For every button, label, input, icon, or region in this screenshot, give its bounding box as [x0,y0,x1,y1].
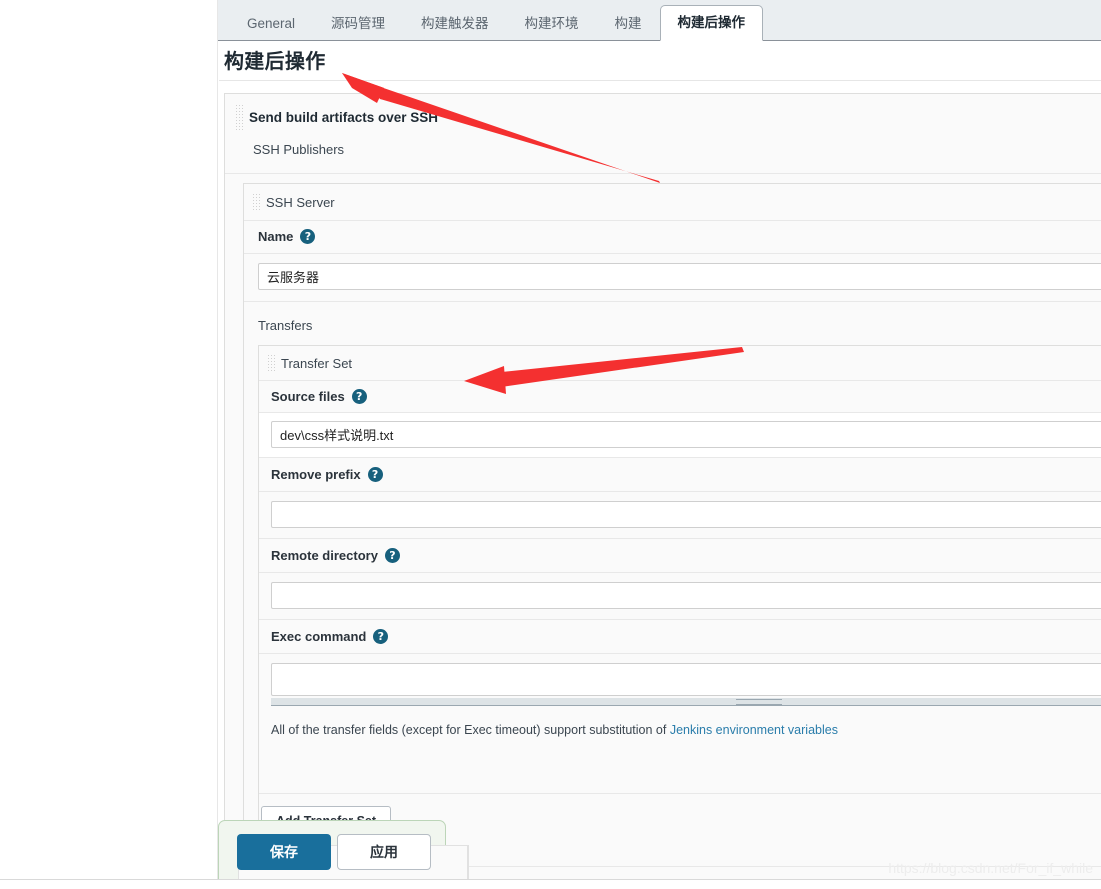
env-vars-note-text: All of the transfer fields (except for E… [271,723,670,737]
drag-handle-icon[interactable] [252,193,260,211]
exec-command-label-text: Exec command [271,629,367,644]
tab-build-label: 构建 [614,16,642,31]
publisher-divider [225,173,1101,174]
help-icon[interactable]: ? [300,229,316,244]
tab-build-triggers-label: 构建触发器 [421,16,489,31]
source-files-input[interactable] [271,421,1101,448]
remote-directory-label: Remote directory ? [271,548,1101,563]
heading-divider [219,80,1101,81]
source-files-label: Source files ? [271,389,1101,404]
remove-prefix-label: Remove prefix ? [271,467,1101,482]
tab-general-label: General [247,16,296,31]
tab-post-build-actions-label: 构建后操作 [677,15,746,30]
ssh-publisher-title-row: Send build artifacts over SSH [235,104,1101,130]
drag-handle-icon[interactable] [267,354,275,372]
textarea-resize-handle[interactable] [271,698,1101,706]
transfer-set-panel: Transfer Set Source files ? dev\css样式说明.… [258,345,1101,850]
tab-build[interactable]: 构建 [597,6,660,41]
footer-strip [0,880,1101,889]
ssh-publisher-panel: Send build artifacts over SSH SSH Publis… [224,93,1101,889]
exec-command-wrapper [271,663,1101,706]
remove-prefix-input[interactable] [271,501,1101,528]
tab-general[interactable]: General [229,6,313,41]
left-gutter [0,0,218,889]
footer-divider [0,879,1101,880]
tab-source-code-management[interactable]: 源码管理 [313,6,403,41]
transfer-set-title-row: Transfer Set [267,354,1101,372]
env-vars-note: All of the transfer fields (except for E… [259,717,1101,737]
page-title: 构建后操作 [224,51,326,73]
help-icon[interactable]: ? [373,629,389,644]
remote-directory-input[interactable] [271,582,1101,609]
name-label-text: Name [258,229,294,244]
tab-source-code-management-label: 源码管理 [331,16,386,31]
tab-build-environment-label: 构建环境 [524,16,579,31]
help-icon[interactable]: ? [367,467,383,482]
transfers-label: Transfers [258,318,313,333]
tab-post-build-actions[interactable]: 构建后操作 [659,5,764,41]
ssh-publishers-label: SSH Publishers [253,142,345,157]
ssh-publisher-title: Send build artifacts over SSH [249,109,439,125]
jenkins-env-vars-link[interactable]: Jenkins environment variables [670,723,838,737]
tab-build-environment[interactable]: 构建环境 [507,6,597,41]
ssh-server-name-input[interactable] [258,263,1101,290]
remote-directory-label-text: Remote directory [271,548,378,563]
remove-prefix-label-text: Remove prefix [271,467,361,482]
name-field-label: Name ? [258,229,1101,244]
source-files-label-text: Source files [271,389,345,404]
config-content: 构建后操作 Send build artifacts over SSH SSH … [219,41,1101,889]
exec-command-textarea[interactable] [271,663,1101,696]
ssh-server-title: SSH Server [266,194,335,210]
ssh-server-title-row: SSH Server [252,193,1101,211]
config-tab-bar: General 源码管理 构建触发器 构建环境 构建 构建后操作 [218,0,1101,41]
drag-handle-icon[interactable] [235,104,243,130]
tab-build-triggers[interactable]: 构建触发器 [403,6,507,41]
help-icon[interactable]: ? [384,548,400,563]
watermark: https://blog.csdn.net/For_if_while [888,860,1093,876]
config-tabs: General 源码管理 构建触发器 构建环境 构建 构建后操作 [229,4,764,41]
transfer-set-title: Transfer Set [281,355,353,371]
exec-command-label: Exec command ? [271,629,1101,644]
save-button[interactable]: 保存 [237,834,331,870]
ssh-server-panel: SSH Server Name ? Transfers [243,183,1101,867]
jenkins-job-config-page: General 源码管理 构建触发器 构建环境 构建 构建后操作 构建后操作 S… [0,0,1101,889]
help-icon[interactable]: ? [351,389,367,404]
apply-button[interactable]: 应用 [337,834,431,870]
